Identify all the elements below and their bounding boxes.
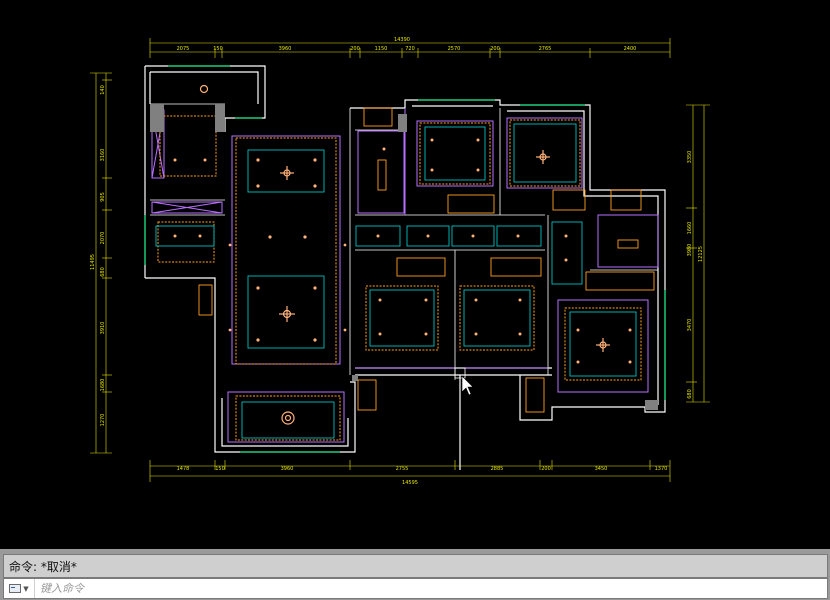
dim-top-label: 200 — [490, 46, 500, 52]
dim-left-label: 140 — [100, 85, 106, 95]
dim-top-label: 3960 — [279, 46, 292, 52]
dim-right-label: 3980 — [687, 244, 693, 257]
command-input[interactable] — [35, 578, 827, 599]
dim-top-label: 2400 — [624, 46, 637, 52]
dim-left-label: 3910 — [100, 322, 106, 335]
dim-right-label: 1660 — [687, 222, 693, 235]
dim-top-label: 1150 — [375, 46, 388, 52]
terminal-icon — [9, 584, 22, 593]
floor-plan: 14390 2075 150 3960 200 1150 720 2570 20… — [90, 37, 710, 486]
dim-top-label: 150 — [213, 46, 223, 52]
dim-bottom-total: 14595 — [402, 480, 418, 486]
command-input-row: ▼ — [3, 578, 828, 599]
dim-top-label: 2075 — [177, 46, 190, 52]
dim-bottom-label: 150 — [215, 466, 225, 472]
dim-top-label: 720 — [405, 46, 415, 52]
dim-top-label: 200 — [350, 46, 360, 52]
ceiling-trims — [155, 123, 637, 439]
command-history-button[interactable]: ▼ — [4, 579, 35, 598]
dim-left-label: 680 — [100, 267, 106, 277]
dim-left-label: 1680 — [100, 379, 106, 392]
dim-right-total: 12125 — [698, 246, 704, 262]
dim-bottom-label: 2755 — [396, 466, 409, 472]
dim-left-label: 1270 — [100, 414, 106, 427]
dim-bottom-label: 200 — [541, 466, 551, 472]
dim-left-label: 3160 — [100, 149, 106, 162]
dim-right-label: 680 — [687, 389, 693, 399]
dim-bottom-label: 3450 — [595, 466, 608, 472]
dim-left-total: 11495 — [90, 254, 96, 270]
dim-top-label: 2765 — [539, 46, 552, 52]
dim-top-label: 2570 — [448, 46, 461, 52]
fixtures — [198, 107, 655, 413]
dimension-bottom — [149, 460, 671, 482]
command-line-panel: 命令: *取消* ▼ — [0, 549, 830, 600]
dim-bottom-label: 1478 — [177, 466, 190, 472]
ceiling-outlines — [157, 115, 642, 441]
ceiling-lights — [173, 138, 632, 364]
dim-right-label: 3350 — [687, 151, 693, 164]
dim-bottom-label: 2885 — [491, 466, 504, 472]
command-history-text: 命令: *取消* — [9, 559, 77, 574]
dim-left-label: 905 — [100, 192, 106, 202]
dim-right-label: 3470 — [687, 319, 693, 332]
command-history: 命令: *取消* — [3, 554, 828, 578]
dim-bottom-label: 3960 — [281, 466, 294, 472]
dim-bottom-label: 1370 — [655, 466, 668, 472]
drawing-canvas[interactable]: 14390 2075 150 3960 200 1150 720 2570 20… — [0, 0, 830, 549]
dim-left-label: 2070 — [100, 232, 106, 245]
dim-top-total: 14390 — [394, 37, 410, 43]
chevron-down-icon: ▼ — [23, 584, 29, 593]
mouse-cursor — [454, 367, 474, 396]
